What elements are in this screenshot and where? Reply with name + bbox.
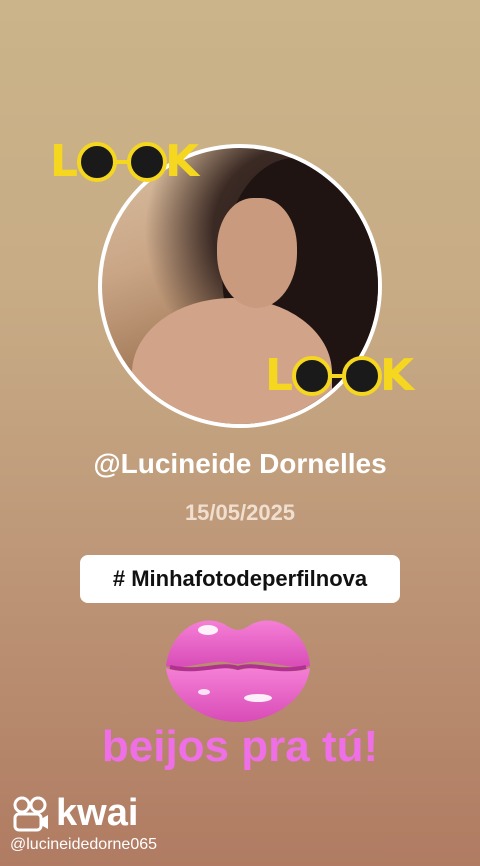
message-text: beijos pra tú!: [101, 722, 379, 771]
lips-icon: [166, 620, 310, 722]
watermark-handle: @lucineidedorne065: [10, 836, 158, 853]
username: @Lucineide Dornelles: [93, 448, 387, 479]
photo-face: [217, 198, 297, 308]
look-sticker-top: L K: [50, 136, 200, 187]
date-label: 15/05/2025: [184, 500, 296, 525]
kwai-logo-icon: [13, 796, 48, 831]
sunglasses-icon: L K: [265, 350, 416, 401]
hashtag-chip[interactable]: # Minhafotodeperfilnova: [80, 555, 400, 603]
kwai-logo: kwai: [12, 792, 138, 835]
sunglasses-icon: L K: [50, 136, 201, 187]
look-sticker-bottom: L K: [265, 350, 415, 401]
kwai-brand-text: kwai: [56, 792, 139, 834]
